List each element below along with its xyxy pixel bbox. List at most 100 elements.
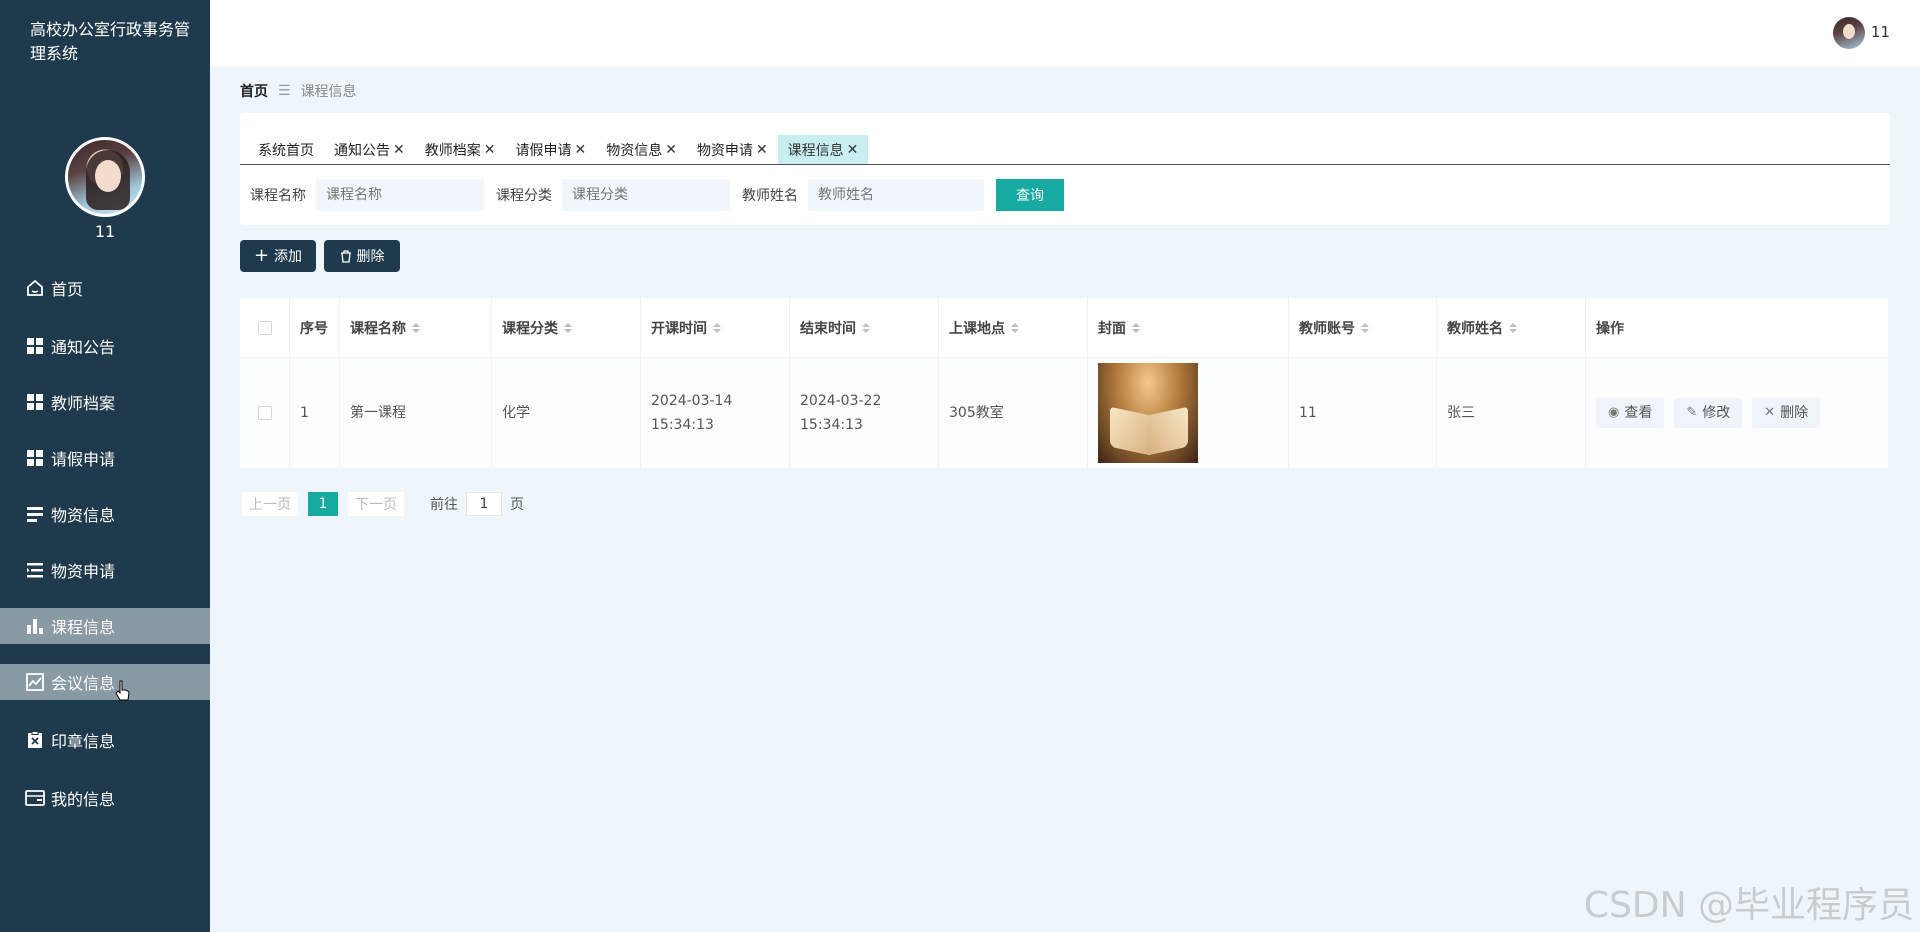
breadcrumb-current: 课程信息 — [300, 84, 357, 100]
course-category-input[interactable] — [562, 179, 730, 211]
edit-button[interactable]: ✎ 修改 — [1674, 398, 1743, 428]
sidebar-item-notices[interactable]: 通知公告 — [0, 328, 210, 364]
tab-supply-request[interactable]: 物资申请 ✕ — [687, 135, 778, 165]
tab-bar: 系统首页 通知公告 ✕ 教师档案 ✕ 请假申请 ✕ 物资信息 ✕ 物资申请 ✕ 课程信息 ✕ — [248, 133, 869, 165]
sidebar-item-teacher-files[interactable]: 教师档案 — [0, 384, 210, 420]
goto-page-input[interactable] — [466, 492, 502, 516]
sidebar-user-name: 11 — [94, 222, 116, 241]
line-chart-icon — [25, 672, 45, 692]
column-label: 教师姓名 — [1447, 320, 1503, 337]
tab-teacher-files[interactable]: 教师档案 ✕ — [415, 135, 506, 165]
row-checkbox[interactable] — [257, 406, 272, 420]
table-row: 1 第一课程 化学 2024-03-14 15:34:13 2024-03-22… — [240, 358, 1888, 468]
sort-icon[interactable] — [564, 322, 572, 333]
sort-icon[interactable] — [1011, 322, 1019, 333]
select-all-checkbox[interactable] — [257, 320, 272, 335]
pagination: 上一页 1 下一页 前往 页 — [242, 492, 524, 516]
sidebar-item-seals[interactable]: 印章信息 — [0, 722, 210, 758]
tab-label: 物资信息 — [606, 143, 663, 159]
header-user-name[interactable]: 11 — [1871, 23, 1890, 41]
prev-page-button[interactable]: 上一页 — [242, 492, 298, 516]
sidebar-item-label: 会议信息 — [51, 674, 116, 693]
col-teacher-name[interactable]: 教师姓名 — [1437, 298, 1586, 357]
tab-label: 请假申请 — [515, 143, 572, 159]
eye-icon: ◉ — [1608, 405, 1620, 420]
col-location[interactable]: 上课地点 — [939, 298, 1088, 357]
sort-icon[interactable] — [862, 322, 870, 333]
sidebar-item-label: 物资申请 — [51, 562, 116, 581]
sidebar-item-label: 请假申请 — [51, 450, 116, 469]
column-label: 上课地点 — [949, 320, 1005, 337]
sort-icon[interactable] — [412, 322, 420, 333]
tab-leave[interactable]: 请假申请 ✕ — [505, 135, 596, 165]
col-start-time[interactable]: 开课时间 — [641, 298, 790, 357]
tab-notices[interactable]: 通知公告 ✕ — [324, 135, 415, 165]
close-icon[interactable]: ✕ — [756, 142, 768, 158]
cell-teacher-account: 11 — [1289, 358, 1437, 468]
close-icon[interactable]: ✕ — [847, 142, 859, 158]
add-button-label: 添加 — [274, 249, 303, 265]
breadcrumb-separator-icon: ☰ — [278, 83, 291, 99]
sidebar: 高校办公室行政事务管理系统 11 首页 通知公告 教师档案 请假申请 物资信息 … — [0, 0, 210, 932]
sidebar-item-supplies[interactable]: 物资信息 — [0, 496, 210, 532]
close-icon[interactable]: ✕ — [574, 142, 586, 158]
view-button[interactable]: ◉ 查看 — [1596, 398, 1665, 428]
sidebar-item-meetings[interactable]: 会议信息 — [0, 664, 210, 700]
search-button[interactable]: 查询 — [996, 179, 1064, 211]
system-title: 高校办公室行政事务管理系统 — [30, 20, 191, 63]
cell-end-time: 2024-03-22 15:34:13 — [790, 358, 939, 468]
col-actions: 操作 — [1586, 298, 1888, 357]
delete-button[interactable]: ✕ 删除 — [1752, 398, 1821, 428]
col-course-name[interactable]: 课程名称 — [340, 298, 492, 357]
column-label: 操作 — [1596, 320, 1624, 337]
edit-label: 修改 — [1702, 405, 1731, 421]
teacher-name-input[interactable] — [808, 179, 984, 211]
tab-label: 教师档案 — [424, 143, 481, 159]
close-icon[interactable]: ✕ — [484, 142, 496, 158]
sidebar-item-label: 课程信息 — [51, 618, 116, 637]
tab-supplies[interactable]: 物资信息 ✕ — [596, 135, 687, 165]
goto-label: 前往 — [430, 497, 458, 513]
cell-start-time: 2024-03-14 15:34:13 — [641, 358, 790, 468]
top-bar: 11 — [210, 0, 1920, 66]
sidebar-item-label: 物资信息 — [51, 506, 116, 525]
indent-list-icon — [25, 560, 45, 580]
tab-system-home[interactable]: 系统首页 — [248, 135, 324, 165]
close-icon[interactable]: ✕ — [393, 142, 405, 158]
col-end-time[interactable]: 结束时间 — [790, 298, 939, 357]
grid-icon — [25, 392, 45, 412]
sidebar-item-label: 我的信息 — [51, 790, 116, 809]
course-name-input[interactable] — [316, 179, 484, 211]
next-page-button[interactable]: 下一页 — [348, 492, 404, 516]
avatar[interactable] — [65, 137, 145, 217]
column-label: 序号 — [300, 320, 328, 337]
page-suffix-label: 页 — [510, 497, 524, 513]
col-teacher-account[interactable]: 教师账号 — [1289, 298, 1437, 357]
sidebar-item-home[interactable]: 首页 — [0, 270, 210, 306]
sidebar-item-courses[interactable]: 课程信息 — [0, 608, 210, 644]
sidebar-item-label: 教师档案 — [51, 394, 116, 413]
col-category[interactable]: 课程分类 — [492, 298, 641, 357]
clipboard-x-icon — [25, 730, 45, 750]
sidebar-item-leave[interactable]: 请假申请 — [0, 440, 210, 476]
batch-delete-button[interactable]: 删除 — [324, 240, 400, 272]
sort-icon[interactable] — [1132, 322, 1140, 333]
breadcrumb-home[interactable]: 首页 — [240, 81, 268, 101]
col-cover[interactable]: 封面 — [1088, 298, 1289, 357]
tab-courses[interactable]: 课程信息 ✕ — [777, 135, 869, 165]
add-button[interactable]: + 添加 — [240, 240, 316, 272]
sort-icon[interactable] — [1361, 322, 1369, 333]
page-number-1[interactable]: 1 — [308, 492, 338, 516]
sort-icon[interactable] — [713, 322, 721, 333]
cover-image[interactable] — [1098, 363, 1198, 463]
column-label: 开课时间 — [651, 320, 707, 337]
header-avatar[interactable] — [1833, 17, 1865, 49]
sort-icon[interactable] — [1509, 322, 1517, 333]
breadcrumb: 首页 ☰ 课程信息 — [240, 81, 357, 101]
close-icon[interactable]: ✕ — [665, 142, 677, 158]
watermark: CSDN @毕业程序员 — [1583, 885, 1914, 926]
cell-teacher-name: 张三 — [1437, 358, 1586, 468]
sidebar-item-my-info[interactable]: 我的信息 — [0, 780, 210, 816]
sidebar-item-supply-request[interactable]: 物资申请 — [0, 552, 210, 588]
trash-icon — [340, 249, 352, 263]
